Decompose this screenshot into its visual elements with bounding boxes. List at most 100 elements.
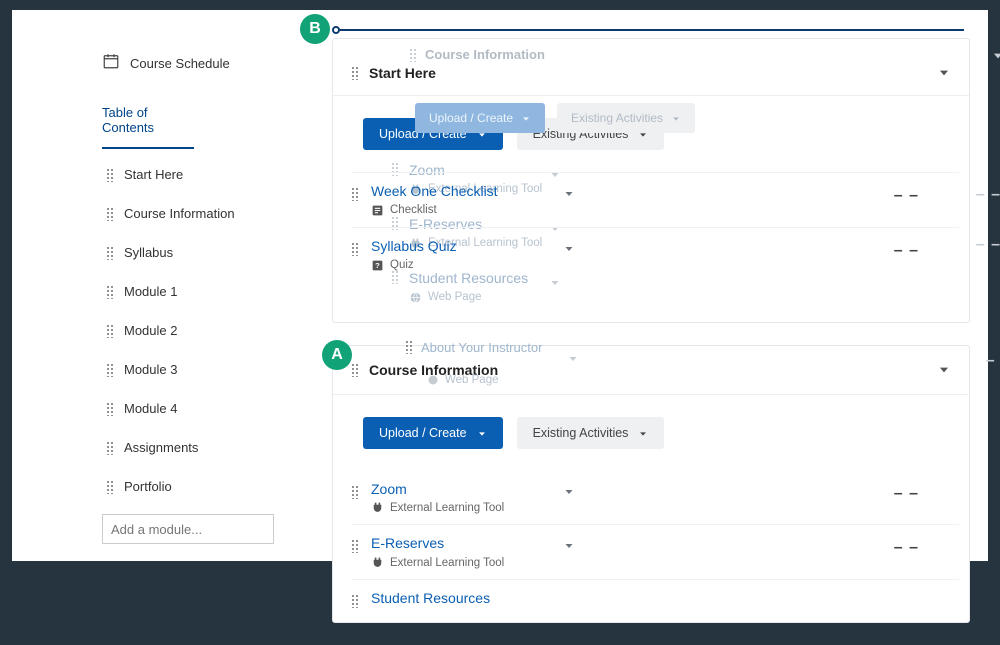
- sidebar-item-module-3[interactable]: Module 3: [102, 350, 310, 389]
- sidebar-item-module-4[interactable]: Module 4: [102, 389, 310, 428]
- main-content: Course Information Start Here Upload / C…: [332, 24, 970, 645]
- module-start-here: Course Information Start Here Upload / C…: [332, 38, 970, 323]
- chevron-down-icon: [671, 113, 681, 123]
- drag-handle-icon[interactable]: [106, 168, 114, 182]
- chevron-down-icon-ghost: [991, 49, 1000, 63]
- ghost-module-title: Course Information: [409, 47, 545, 62]
- upload-label: Upload / Create: [379, 426, 467, 440]
- drag-handle-icon[interactable]: [351, 539, 359, 553]
- ghost-item-title: Student Resources: [409, 270, 528, 287]
- due-date-placeholder: – –: [894, 539, 919, 557]
- item-type: External Learning Tool: [390, 502, 504, 514]
- plugin-icon: [371, 556, 384, 569]
- add-module-input[interactable]: [102, 514, 274, 544]
- sidebar-item-label: Course Information: [124, 206, 235, 221]
- module-actions: Upload / Create Existing Activities: [333, 395, 969, 471]
- callout-pin: [332, 26, 340, 34]
- chevron-down-icon: [638, 428, 648, 438]
- module-items: Zoom External Learning Tool – – E-Reserv…: [333, 471, 969, 623]
- ghost-dash: – –: [986, 352, 1000, 370]
- drag-handle-icon[interactable]: [351, 66, 359, 80]
- drag-handle-icon[interactable]: [351, 363, 359, 377]
- app-frame: B A Course Schedule Table of Contents St…: [12, 10, 988, 561]
- drag-handle-icon[interactable]: [106, 480, 114, 494]
- toc-link[interactable]: Table of Contents: [102, 93, 194, 149]
- chevron-down-icon[interactable]: [563, 187, 577, 201]
- chevron-down-icon[interactable]: [563, 485, 577, 499]
- sidebar-item-module-1[interactable]: Module 1: [102, 272, 310, 311]
- drag-handle-icon[interactable]: [351, 242, 359, 256]
- callout-badge-a: A: [322, 340, 352, 370]
- drag-handle-icon[interactable]: [351, 594, 359, 608]
- sidebar-item-assignments[interactable]: Assignments: [102, 428, 310, 467]
- module-actions: Upload / Create Existing Activities Uplo…: [333, 96, 969, 172]
- module-items: Zoom External Learning Tool Week One Che…: [333, 172, 969, 322]
- drag-handle-icon[interactable]: [106, 324, 114, 338]
- chevron-down-icon[interactable]: [563, 539, 577, 553]
- sidebar-item-label: Start Here: [124, 167, 183, 182]
- drag-handle-icon[interactable]: [106, 207, 114, 221]
- sidebar-item-module-2[interactable]: Module 2: [102, 311, 310, 350]
- sidebar-item-syllabus[interactable]: Syllabus: [102, 233, 310, 272]
- sidebar-nav: Start Here Course Information Syllabus M…: [102, 155, 310, 506]
- quiz-icon: ?: [371, 259, 384, 272]
- due-date-placeholder: – –: [894, 187, 919, 205]
- ghost-dash: – –: [976, 236, 1000, 254]
- drag-handle-icon[interactable]: [106, 441, 114, 455]
- checklist-icon: [371, 204, 384, 217]
- callout-line: [339, 29, 964, 31]
- ghost-item-student-resources: Student Resources Web Page: [391, 270, 528, 304]
- module-title: Start Here: [369, 65, 927, 81]
- drag-handle-icon[interactable]: [106, 285, 114, 299]
- sidebar-item-label: Portfolio: [124, 479, 172, 494]
- item-title: Week One Checklist: [371, 183, 551, 200]
- drag-handle-icon[interactable]: [351, 187, 359, 201]
- content-item[interactable]: Student Resources: [351, 579, 959, 608]
- plugin-icon: [371, 501, 384, 514]
- item-title: Student Resources: [371, 590, 551, 607]
- sidebar-item-start-here[interactable]: Start Here: [102, 155, 310, 194]
- ghost-dash: – –: [976, 186, 1000, 204]
- existing-activities-button[interactable]: Existing Activities: [517, 417, 665, 449]
- item-type: External Learning Tool: [390, 557, 504, 569]
- ghost-item-type: Web Page: [428, 291, 482, 303]
- ghost-item-title: About Your Instructor: [421, 340, 542, 355]
- web-page-icon: [409, 291, 422, 304]
- due-date-placeholder: – –: [894, 485, 919, 503]
- drag-handle-icon: [391, 270, 399, 284]
- course-schedule-label: Course Schedule: [130, 56, 230, 71]
- web-page-icon: [427, 374, 439, 386]
- sidebar-item-label: Module 1: [124, 284, 177, 299]
- ghost-chevron: [567, 352, 579, 370]
- course-schedule-link[interactable]: Course Schedule: [102, 46, 310, 93]
- sidebar-item-label: Syllabus: [124, 245, 173, 260]
- sidebar-item-course-information[interactable]: Course Information: [102, 194, 310, 233]
- sidebar-item-portfolio[interactable]: Portfolio: [102, 467, 310, 506]
- ghost-item-type: Web Page: [445, 374, 499, 386]
- item-title: Zoom: [371, 481, 551, 498]
- ghost-existing-label: Existing Activities: [571, 111, 663, 125]
- drag-handle-icon[interactable]: [351, 485, 359, 499]
- svg-text:?: ?: [375, 261, 380, 270]
- drag-handle-icon: [409, 48, 417, 62]
- ghost-upload-button: Upload / Create: [415, 103, 545, 133]
- drag-handle-icon[interactable]: [106, 363, 114, 377]
- sidebar-item-label: Assignments: [124, 440, 198, 455]
- chevron-down-icon[interactable]: [937, 66, 951, 80]
- drag-handle-icon[interactable]: [106, 246, 114, 260]
- module-course-information: About Your Instructor Web Page – – Cours…: [332, 345, 970, 624]
- existing-label: Existing Activities: [533, 426, 629, 440]
- calendar-icon: [102, 52, 120, 75]
- sidebar-item-label: Module 3: [124, 362, 177, 377]
- item-title: E-Reserves: [371, 535, 551, 552]
- sidebar-item-label: Module 2: [124, 323, 177, 338]
- ghost-item-sub: Web Page: [427, 374, 499, 386]
- ghost-item-about-instructor: About Your Instructor: [405, 340, 542, 355]
- drag-handle-icon[interactable]: [106, 402, 114, 416]
- upload-create-button[interactable]: Upload / Create: [363, 417, 503, 449]
- chevron-down-icon[interactable]: [563, 242, 577, 256]
- content-item[interactable]: Zoom External Learning Tool – –: [351, 471, 959, 525]
- ghost-upload-label: Upload / Create: [429, 111, 513, 125]
- chevron-down-icon[interactable]: [937, 363, 951, 377]
- sidebar-item-label: Module 4: [124, 401, 177, 416]
